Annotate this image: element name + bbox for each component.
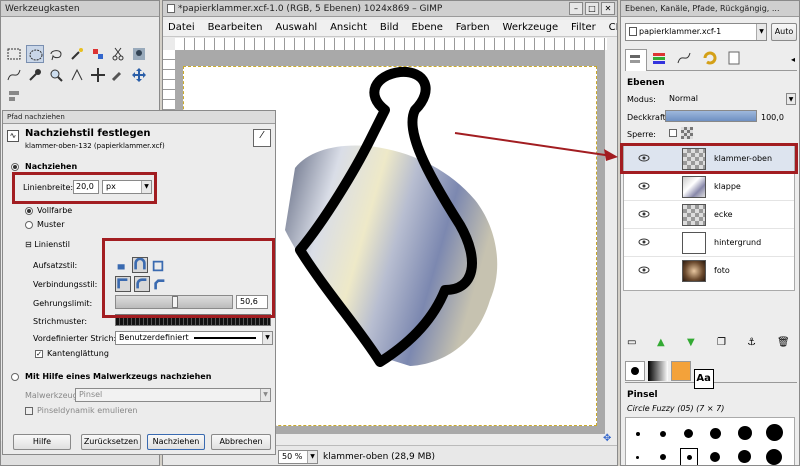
annotation-arrow [454, 132, 618, 161]
